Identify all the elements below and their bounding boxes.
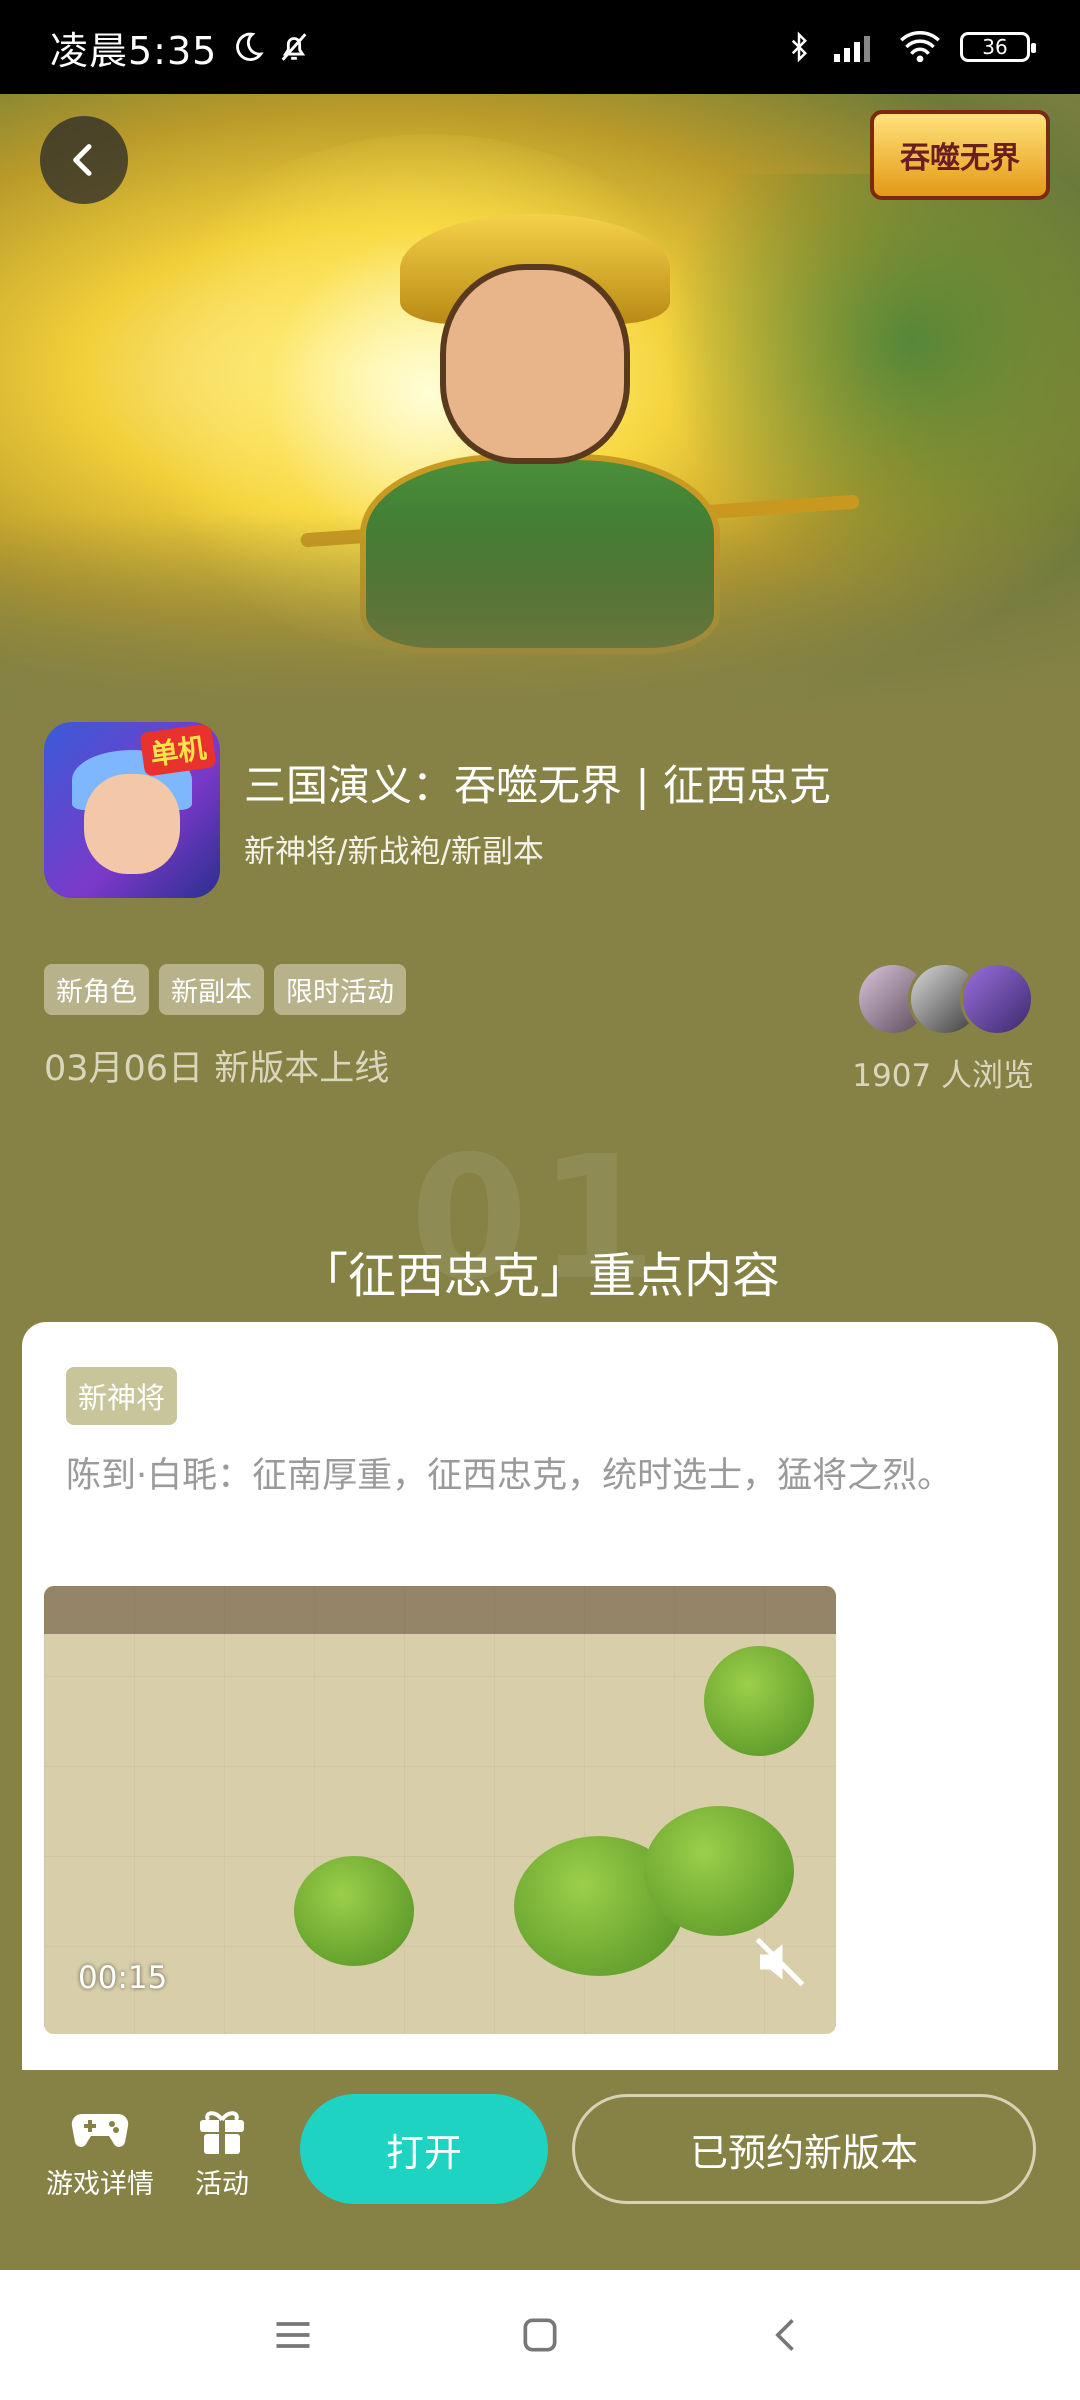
- viewer-avatars: [856, 962, 1034, 1036]
- game-logo-text: 吞噬无界: [900, 141, 1020, 176]
- avatar: [960, 962, 1034, 1036]
- bluetooth-icon: [791, 31, 808, 63]
- back-nav-icon[interactable]: [765, 2313, 809, 2357]
- battery-icon: 36: [960, 32, 1036, 62]
- video-player[interactable]: 00:15: [44, 1586, 836, 2034]
- moon-icon: [236, 32, 264, 61]
- activity-label: 活动: [195, 2169, 249, 2200]
- bottom-action-bar: 游戏详情 活动 打开 已预约新版本: [0, 2070, 1080, 2270]
- signal-icon: [834, 36, 870, 62]
- video-time: 00:15: [78, 1960, 168, 1996]
- system-nav-bar: [0, 2270, 1080, 2400]
- content-card: 新神将 陈到·白毦：征南厚重，征西忠克，统时选士，猛将之烈。 00:15: [22, 1322, 1058, 2122]
- tag-limited-event: 限时活动: [274, 964, 406, 1015]
- home-icon[interactable]: [518, 2313, 562, 2357]
- tag-list: 新角色 新副本 限时活动: [44, 964, 406, 1015]
- app-icon: 单机: [44, 722, 220, 898]
- gamepad-icon: [71, 2113, 129, 2147]
- card-tag: 新神将: [66, 1367, 178, 1425]
- back-arrow-icon: [73, 144, 92, 176]
- menu-icon[interactable]: [271, 2313, 315, 2357]
- back-button[interactable]: [40, 116, 128, 204]
- app-icon-badge: 单机: [139, 723, 217, 777]
- status-bar: 凌晨5:35 36: [0, 0, 1080, 94]
- release-date: 03月06日 新版本上线: [44, 1049, 390, 1089]
- tag-new-role: 新角色: [44, 964, 149, 1015]
- view-count: 1907 人浏览: [852, 1058, 1034, 1094]
- game-details-label: 游戏详情: [46, 2169, 154, 2200]
- battery-level: 36: [982, 35, 1008, 59]
- status-time: 凌晨5:35: [50, 28, 218, 73]
- card-description: 陈到·白毦：征南厚重，征西忠克，统时选士，猛将之烈。: [66, 1456, 953, 1496]
- mute-icon[interactable]: [750, 1932, 810, 1992]
- bell-off-icon: [281, 33, 307, 61]
- app-title: 三国演义：吞噬无界 | 征西忠克: [244, 761, 831, 810]
- activity-button[interactable]: 活动: [162, 2100, 282, 2201]
- open-button[interactable]: 打开: [300, 2094, 548, 2204]
- hero-character-head: [440, 264, 630, 464]
- game-logo: 吞噬无界: [870, 110, 1050, 200]
- wifi-icon: [900, 31, 940, 63]
- section-title: 「征西忠克」重点内容: [299, 1248, 780, 1304]
- app-subtitle: 新神将/新战袍/新副本: [244, 834, 544, 870]
- tag-new-dungeon: 新副本: [159, 964, 264, 1015]
- gift-icon: [200, 2111, 244, 2154]
- reserved-button[interactable]: 已预约新版本: [572, 2094, 1036, 2204]
- game-details-button[interactable]: 游戏详情: [40, 2100, 160, 2201]
